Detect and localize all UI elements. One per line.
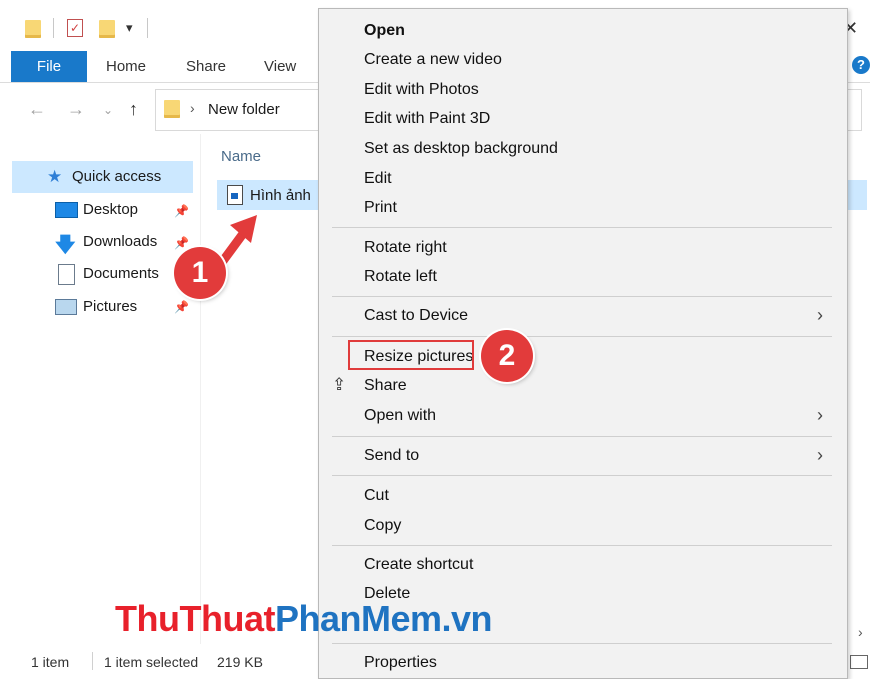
menu-item-properties[interactable]: Properties bbox=[364, 654, 437, 672]
sidebar-item-documents[interactable]: Documents bbox=[83, 265, 159, 282]
pin-icon[interactable]: 📌 bbox=[174, 300, 189, 314]
menu-item-open[interactable]: Open bbox=[364, 22, 405, 40]
watermark-logo: ThuThuatPhanMem.vn bbox=[115, 598, 493, 640]
menu-separator bbox=[332, 296, 832, 297]
file-name[interactable]: Hình ảnh bbox=[250, 187, 311, 204]
sidebar-item-downloads[interactable]: Downloads bbox=[83, 233, 157, 250]
menu-separator bbox=[332, 336, 832, 337]
menu-item-edit-paint3d[interactable]: Edit with Paint 3D bbox=[364, 110, 490, 128]
step-badge-1: 1 bbox=[174, 247, 226, 299]
status-selected: 1 item selected bbox=[104, 654, 199, 670]
separator bbox=[147, 18, 148, 38]
menu-item-share[interactable]: Share bbox=[364, 377, 407, 395]
scroll-right-icon[interactable]: › bbox=[858, 624, 863, 640]
menu-item-cut[interactable]: Cut bbox=[364, 487, 389, 505]
menu-item-create-shortcut[interactable]: Create shortcut bbox=[364, 556, 473, 574]
column-header-name[interactable]: Name bbox=[221, 148, 261, 165]
breadcrumb-chevron-icon[interactable]: › bbox=[190, 100, 195, 116]
up-arrow-icon[interactable]: ↑ bbox=[129, 99, 138, 120]
pictures-icon bbox=[55, 299, 77, 315]
menu-item-open-with[interactable]: Open with bbox=[364, 407, 436, 425]
tab-home[interactable]: Home bbox=[106, 58, 146, 75]
menu-separator bbox=[332, 643, 832, 644]
menu-separator bbox=[332, 436, 832, 437]
status-separator bbox=[92, 652, 93, 670]
details-view-icon[interactable] bbox=[850, 655, 868, 669]
menu-separator bbox=[332, 475, 832, 476]
watermark-part1: ThuThuat bbox=[115, 598, 275, 639]
menu-separator bbox=[332, 227, 832, 228]
recent-locations-chevron-icon[interactable]: ⌄ bbox=[103, 103, 113, 117]
menu-item-send-to[interactable]: Send to bbox=[364, 447, 419, 465]
star-icon: ★ bbox=[47, 167, 63, 186]
file-tab[interactable]: File bbox=[11, 51, 87, 82]
menu-separator bbox=[332, 545, 832, 546]
new-folder-icon[interactable] bbox=[99, 20, 115, 38]
status-item-count: 1 item bbox=[31, 654, 70, 670]
download-arrow-icon: 🡇 bbox=[55, 234, 76, 256]
customize-toolbar-icon[interactable]: ▾ bbox=[126, 20, 133, 36]
submenu-chevron-icon: › bbox=[817, 305, 823, 325]
menu-item-create-video[interactable]: Create a new video bbox=[364, 51, 502, 69]
breadcrumb-folder[interactable]: New folder bbox=[208, 101, 280, 118]
image-file-icon bbox=[227, 185, 243, 205]
menu-item-print[interactable]: Print bbox=[364, 199, 397, 217]
desktop-icon bbox=[55, 202, 78, 218]
menu-item-copy[interactable]: Copy bbox=[364, 517, 401, 535]
folder-icon[interactable] bbox=[25, 20, 41, 38]
quick-access-label[interactable]: Quick access bbox=[72, 168, 161, 185]
sidebar-item-desktop[interactable]: Desktop bbox=[83, 201, 138, 218]
pin-icon[interactable]: 📌 bbox=[174, 204, 189, 218]
watermark-part3: .vn bbox=[441, 598, 493, 639]
watermark-part2: PhanMem bbox=[274, 598, 442, 639]
menu-item-edit-photos[interactable]: Edit with Photos bbox=[364, 81, 479, 99]
tab-view[interactable]: View bbox=[264, 58, 296, 75]
status-size: 219 KB bbox=[217, 654, 263, 670]
sidebar-item-pictures[interactable]: Pictures bbox=[83, 298, 137, 315]
menu-item-set-background[interactable]: Set as desktop background bbox=[364, 140, 558, 158]
menu-item-rotate-left[interactable]: Rotate left bbox=[364, 268, 437, 286]
separator bbox=[53, 18, 54, 38]
pin-icon[interactable]: 📌 bbox=[174, 236, 189, 250]
submenu-chevron-icon: › bbox=[817, 445, 823, 465]
step-badge-2: 2 bbox=[481, 330, 533, 382]
properties-checklist-icon[interactable]: ✓ bbox=[67, 19, 83, 37]
forward-arrow-icon[interactable]: → bbox=[67, 99, 85, 120]
menu-item-cast[interactable]: Cast to Device bbox=[364, 307, 468, 325]
share-icon: ⇪ bbox=[332, 375, 347, 394]
submenu-chevron-icon: › bbox=[817, 405, 823, 425]
tab-share[interactable]: Share bbox=[186, 58, 226, 75]
help-icon[interactable]: ? bbox=[852, 56, 870, 74]
back-arrow-icon[interactable]: ← bbox=[28, 99, 46, 120]
highlight-box bbox=[348, 340, 474, 370]
folder-icon bbox=[164, 100, 180, 118]
menu-item-edit[interactable]: Edit bbox=[364, 170, 392, 188]
menu-item-rotate-right[interactable]: Rotate right bbox=[364, 239, 447, 257]
document-icon bbox=[58, 264, 75, 285]
